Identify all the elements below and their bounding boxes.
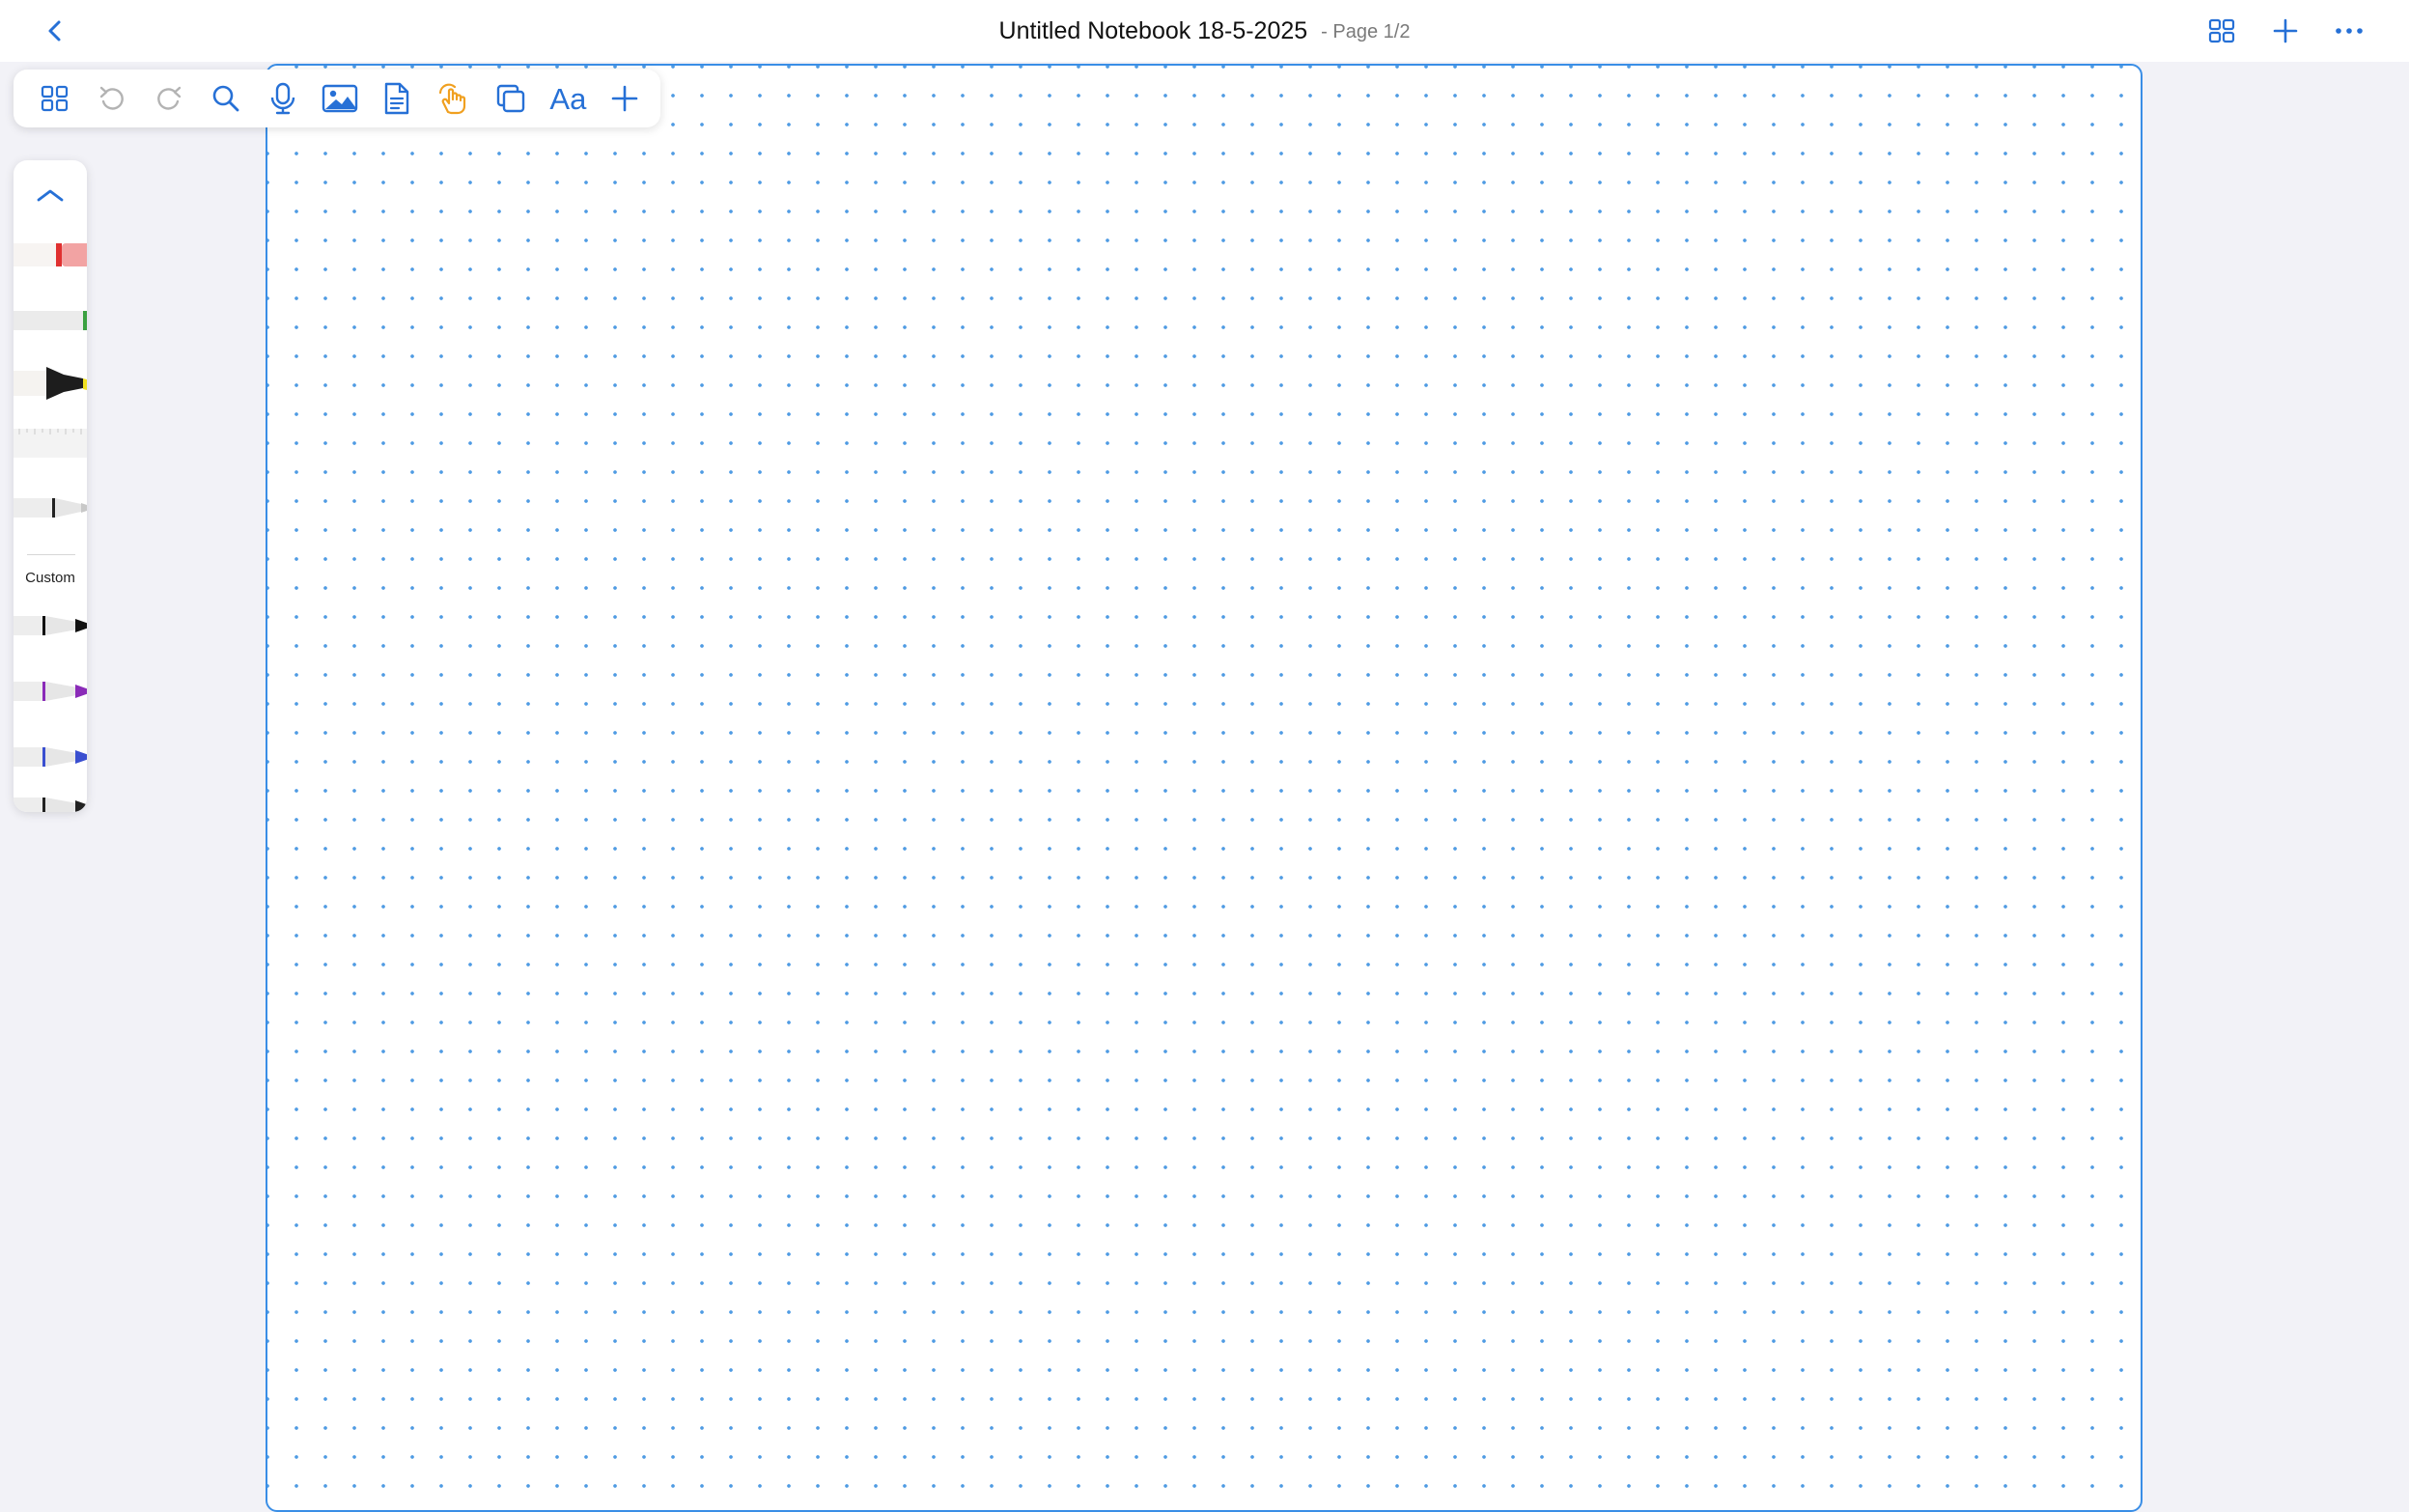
add-icon: [612, 85, 638, 112]
redo-icon: [156, 86, 181, 110]
copy-icon: [497, 84, 525, 113]
page-indicator: - Page 1/2: [1321, 21, 1411, 42]
ruler-tool[interactable]: [14, 421, 87, 463]
redo-button[interactable]: [143, 75, 194, 122]
text-tool-button[interactable]: Aa: [543, 75, 594, 122]
top-bar: Untitled Notebook 18-5-2025 - Page 1/2: [0, 0, 2409, 62]
more-icon: [2336, 28, 2363, 34]
document-icon: [384, 82, 409, 115]
search-button[interactable]: [200, 75, 251, 122]
fountain-pen-tool[interactable]: [14, 487, 87, 529]
insert-image-button[interactable]: [314, 75, 365, 122]
chevron-up-icon: [37, 189, 64, 202]
search-icon: [212, 85, 239, 112]
back-button[interactable]: [39, 14, 73, 48]
plus-icon: [2273, 18, 2298, 43]
add-page-button[interactable]: [2264, 12, 2307, 50]
insert-document-button[interactable]: [372, 75, 423, 122]
microphone-icon: [270, 82, 295, 115]
undo-button[interactable]: [86, 75, 137, 122]
chevron-left-icon: [48, 20, 61, 42]
image-icon: [322, 84, 358, 113]
pen-tool-black[interactable]: [14, 604, 87, 647]
grid-view-icon: [2208, 18, 2235, 43]
duplicate-button[interactable]: [486, 75, 537, 122]
add-element-button[interactable]: [600, 75, 651, 122]
pencil-tool-green[interactable]: [14, 299, 87, 342]
page-grid-icon: [41, 85, 68, 112]
sidebar-divider: [27, 554, 75, 555]
notebook-title[interactable]: Untitled Notebook 18-5-2025: [999, 17, 1308, 45]
notebook-page-canvas[interactable]: [266, 64, 2143, 1512]
highlighter-tool-yellow[interactable]: [14, 357, 87, 407]
hand-pointer-icon: [439, 83, 466, 115]
pen-sidebar: Custom: [14, 160, 87, 812]
grid-view-button[interactable]: [2200, 12, 2243, 50]
hand-tool-button[interactable]: [429, 75, 480, 122]
undo-icon: [99, 86, 124, 110]
tool-toolbar: Aa: [14, 70, 660, 127]
text-icon: Aa: [549, 81, 587, 116]
pen-tool-purple[interactable]: [14, 670, 87, 713]
more-button[interactable]: [2328, 12, 2370, 50]
eraser-tool[interactable]: [14, 234, 87, 276]
pen-tool-blue[interactable]: [14, 736, 87, 778]
custom-section-label: Custom: [25, 570, 75, 586]
page-thumbnails-button[interactable]: [29, 75, 80, 122]
record-audio-button[interactable]: [257, 75, 308, 122]
pen-tool-dark[interactable]: [14, 786, 87, 812]
collapse-sidebar-button[interactable]: [31, 180, 70, 210]
